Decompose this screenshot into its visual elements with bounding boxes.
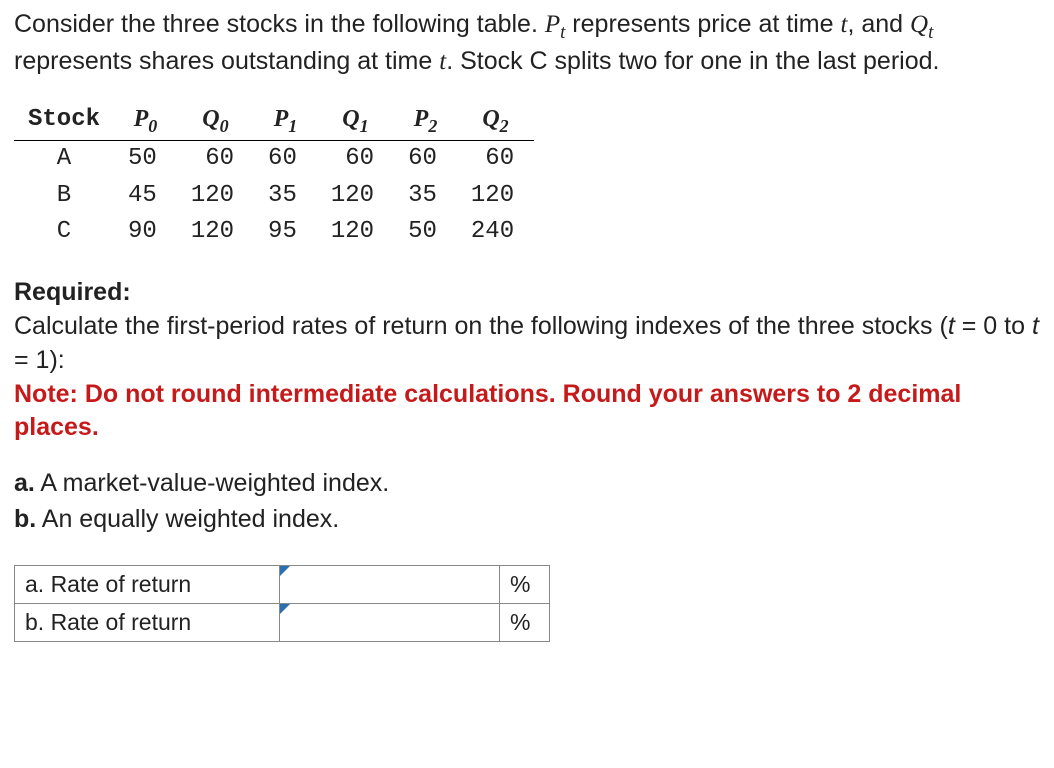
var-q: Q	[910, 11, 928, 38]
header-q0: Q0	[177, 101, 254, 141]
answer-b-input[interactable]	[280, 604, 499, 641]
problem-text-1: Consider the three stocks in the followi…	[14, 10, 545, 38]
cell-p1: 95	[254, 214, 317, 250]
cell-stock: C	[14, 214, 114, 250]
table-row: A 50 60 60 60 60 60	[14, 141, 534, 178]
cell-stock: B	[14, 178, 114, 214]
cell-p0: 50	[114, 141, 177, 178]
cell-q0: 120	[177, 214, 254, 250]
problem-text-3: , and	[847, 10, 910, 38]
answer-b-unit: %	[500, 603, 550, 641]
problem-text-2: represents price at time	[565, 10, 840, 38]
rounding-note: Note: Do not round intermediate calculat…	[14, 378, 1040, 446]
cell-p0: 90	[114, 214, 177, 250]
cell-stock: A	[14, 141, 114, 178]
answer-b-label: b. Rate of return	[15, 603, 280, 641]
required-label: Required:	[14, 276, 1040, 310]
answer-table: a. Rate of return % b. Rate of return %	[14, 565, 550, 642]
part-b-label: b.	[14, 505, 36, 533]
problem-statement: Consider the three stocks in the followi…	[14, 8, 1040, 79]
part-a: a. A market-value-weighted index.	[14, 467, 1040, 501]
question-parts: a. A market-value-weighted index. b. An …	[14, 467, 1040, 537]
answer-a-input-cell[interactable]	[280, 565, 500, 603]
var-q-sub: t	[928, 22, 933, 43]
cell-p2: 35	[394, 178, 457, 214]
cell-q2: 60	[457, 141, 534, 178]
required-text: Calculate the first-period rates of retu…	[14, 310, 1040, 378]
part-a-text: A market-value-weighted index.	[35, 469, 389, 497]
table-row: B 45 120 35 120 35 120	[14, 178, 534, 214]
required-block: Required: Calculate the first-period rat…	[14, 276, 1040, 445]
cell-q1: 60	[317, 141, 394, 178]
answer-a-input[interactable]	[280, 566, 499, 603]
cell-p2: 50	[394, 214, 457, 250]
cell-q1: 120	[317, 178, 394, 214]
answer-a-label: a. Rate of return	[15, 565, 280, 603]
header-p1: P1	[254, 101, 317, 141]
cell-q1: 120	[317, 214, 394, 250]
cell-p2: 60	[394, 141, 457, 178]
input-indicator-icon	[280, 604, 290, 614]
table-header-row: Stock P0 Q0 P1 Q1 P2 Q2	[14, 101, 534, 141]
cell-q0: 60	[177, 141, 254, 178]
answer-b-input-cell[interactable]	[280, 603, 500, 641]
header-stock: Stock	[14, 101, 114, 141]
input-indicator-icon	[280, 566, 290, 576]
problem-text-4: represents shares outstanding at time	[14, 47, 439, 75]
cell-p1: 35	[254, 178, 317, 214]
stock-data-table: Stock P0 Q0 P1 Q1 P2 Q2 A 50 60 60 60 60…	[14, 101, 534, 250]
answer-a-unit: %	[500, 565, 550, 603]
part-b-text: An equally weighted index.	[36, 505, 339, 533]
part-a-label: a.	[14, 469, 35, 497]
table-row: C 90 120 95 120 50 240	[14, 214, 534, 250]
cell-p1: 60	[254, 141, 317, 178]
header-q1: Q1	[317, 101, 394, 141]
cell-q0: 120	[177, 178, 254, 214]
answer-row-a: a. Rate of return %	[15, 565, 550, 603]
part-b: b. An equally weighted index.	[14, 503, 1040, 537]
cell-q2: 120	[457, 178, 534, 214]
var-p: P	[545, 11, 560, 38]
header-p0: P0	[114, 101, 177, 141]
header-q2: Q2	[457, 101, 534, 141]
problem-text-5: . Stock C splits two for one in the last…	[446, 47, 939, 75]
answer-row-b: b. Rate of return %	[15, 603, 550, 641]
header-p2: P2	[394, 101, 457, 141]
cell-q2: 240	[457, 214, 534, 250]
cell-p0: 45	[114, 178, 177, 214]
